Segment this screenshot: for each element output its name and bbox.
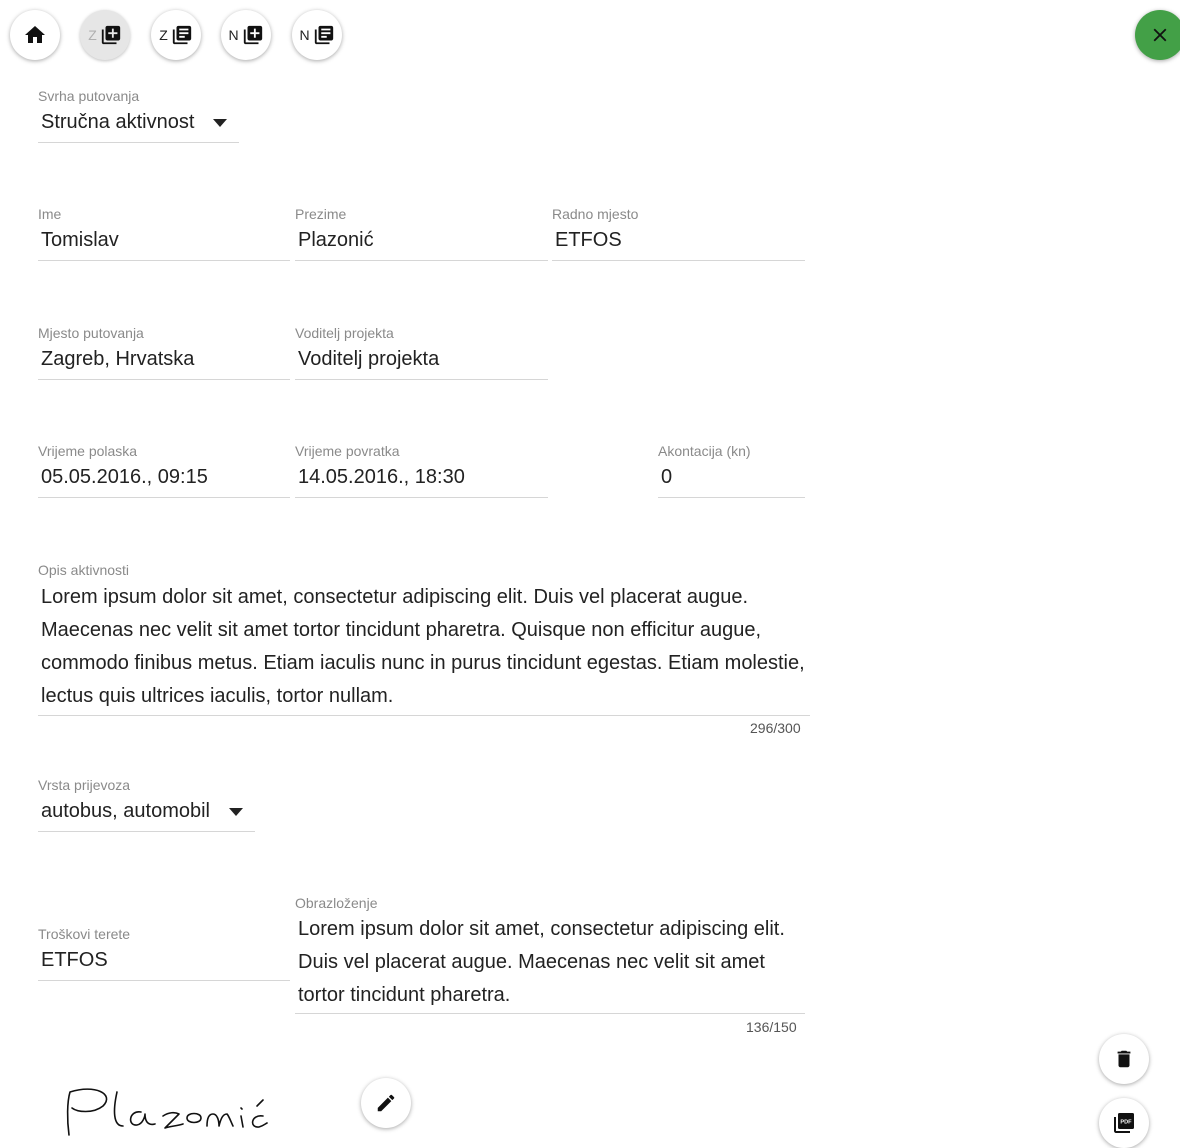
z-list-letter: Z [159, 27, 168, 43]
svrha-selected-text: Stručna aktivnost [41, 111, 195, 133]
polazak-field[interactable]: Vrijeme polaska 05.05.2016., 09:15 [38, 443, 290, 498]
polazak-input[interactable]: 05.05.2016., 09:15 [38, 459, 290, 498]
caret-down-icon [213, 119, 227, 127]
home-button[interactable] [10, 10, 60, 60]
prezime-label: Prezime [295, 206, 347, 222]
mjesto-putovanja-input[interactable]: Zagreb, Hrvatska [38, 341, 290, 380]
troskovi-input[interactable]: ETFOS [38, 942, 290, 981]
n-add-button[interactable]: N [221, 10, 271, 60]
library-add-icon [101, 25, 120, 45]
troskovi-label: Troškovi terete [38, 926, 131, 942]
obrazlozenje-textarea[interactable]: Lorem ipsum dolor sit amet, consectetur … [295, 911, 805, 1014]
library-books-icon [172, 25, 191, 45]
akontacija-field[interactable]: Akontacija (kn) 0 [658, 443, 805, 498]
svrha-value[interactable]: Stručna aktivnost [38, 104, 239, 143]
n-list-button[interactable]: N [292, 10, 342, 60]
mjesto-putovanja-field[interactable]: Mjesto putovanja Zagreb, Hrvatska [38, 325, 290, 380]
polazak-label: Vrijeme polaska [38, 443, 138, 459]
radno-mjesto-field[interactable]: Radno mjesto ETFOS [552, 206, 805, 261]
home-icon [25, 26, 45, 43]
opis-char-counter: 296/300 [750, 720, 801, 736]
library-books-icon [314, 25, 333, 45]
pdf-export-button[interactable]: PDF [1099, 1098, 1149, 1148]
delete-button[interactable] [1099, 1034, 1149, 1084]
prijevoz-select[interactable]: Vrsta prijevoza autobus, automobil [38, 777, 255, 832]
z-list-button[interactable]: Z [151, 10, 201, 60]
povratak-input[interactable]: 14.05.2016., 18:30 [295, 459, 548, 498]
svg-text:PDF: PDF [1120, 1120, 1132, 1126]
n-add-letter: N [228, 27, 239, 43]
prezime-input[interactable]: Plazonić [295, 222, 548, 261]
prijevoz-label: Vrsta prijevoza [38, 777, 131, 793]
edit-signature-button[interactable] [361, 1078, 411, 1128]
radno-mjesto-label: Radno mjesto [552, 206, 639, 222]
radno-mjesto-input[interactable]: ETFOS [552, 222, 805, 261]
ime-label: Ime [38, 206, 62, 222]
prijevoz-value[interactable]: autobus, automobil [38, 793, 255, 832]
signature-image [66, 1088, 268, 1136]
opis-label: Opis aktivnosti [38, 562, 130, 578]
ime-input[interactable]: Tomislav [38, 222, 290, 261]
akontacija-label: Akontacija (kn) [658, 443, 751, 459]
akontacija-input[interactable]: 0 [658, 459, 805, 498]
close-button[interactable] [1135, 10, 1180, 60]
povratak-field[interactable]: Vrijeme povratka 14.05.2016., 18:30 [295, 443, 548, 498]
povratak-label: Vrijeme povratka [295, 443, 400, 459]
prijevoz-selected-text: autobus, automobil [41, 800, 211, 822]
trash-icon [1117, 1050, 1131, 1068]
pencil-icon [377, 1094, 395, 1112]
mjesto-putovanja-label: Mjesto putovanja [38, 325, 144, 341]
obrazlozenje-field[interactable]: Obrazloženje Lorem ipsum dolor sit amet,… [295, 895, 805, 1014]
obrazlozenje-char-counter: 136/150 [746, 1019, 797, 1035]
svrha-select[interactable]: Svrha putovanja Stručna aktivnost [38, 88, 239, 143]
pdf-icon: PDF [1114, 1113, 1134, 1133]
obrazlozenje-label: Obrazloženje [295, 895, 378, 911]
voditelj-label: Voditelj projekta [295, 325, 394, 341]
opis-field[interactable]: Opis aktivnosti Lorem ipsum dolor sit am… [38, 562, 810, 716]
svrha-label: Svrha putovanja [38, 88, 140, 104]
opis-textarea[interactable]: Lorem ipsum dolor sit amet, consectetur … [38, 578, 810, 716]
voditelj-field[interactable]: Voditelj projekta Voditelj projekta [295, 325, 548, 380]
z-add-button[interactable]: Z [80, 10, 130, 60]
troskovi-field[interactable]: Troškovi terete ETFOS [38, 926, 290, 981]
ime-field[interactable]: Ime Tomislav [38, 206, 290, 261]
prezime-field[interactable]: Prezime Plazonić [295, 206, 548, 261]
voditelj-input[interactable]: Voditelj projekta [295, 341, 548, 380]
n-list-letter: N [299, 27, 310, 43]
caret-down-icon [229, 808, 243, 816]
library-add-icon [243, 25, 262, 45]
close-icon [1153, 28, 1167, 42]
z-add-letter: Z [88, 27, 97, 43]
